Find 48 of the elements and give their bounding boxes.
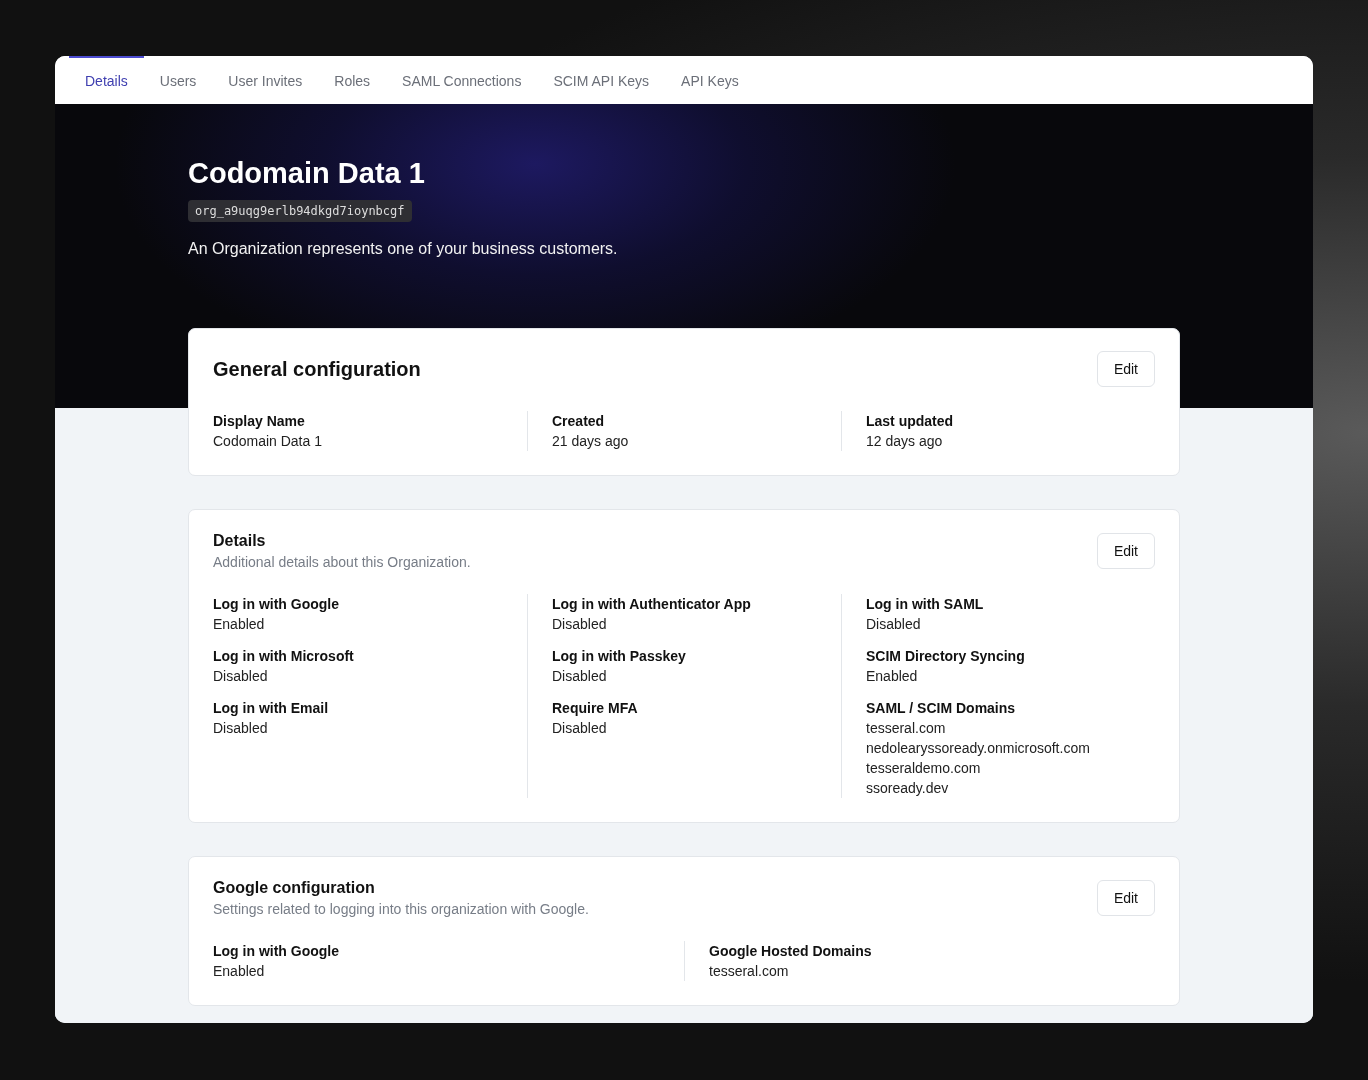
tab[interactable]: API Keys — [665, 56, 755, 104]
field-label: Display Name — [213, 412, 306, 431]
card-title: Google configuration — [213, 879, 376, 897]
field-value: Disabled — [213, 719, 269, 738]
field-value: Disabled — [552, 667, 608, 686]
field-value: tesseral.com — [709, 962, 790, 981]
organization-description: An Organization represents one of your business customers. — [188, 240, 619, 258]
field-value: Disabled — [866, 615, 922, 634]
field-value: nedolearyssoready.onmicrosoft.com — [866, 739, 1091, 758]
edit-button[interactable]: Edit — [1096, 880, 1155, 916]
field-value: Disabled — [552, 615, 608, 634]
field-label: Log in with SAML — [866, 595, 985, 614]
tab[interactable]: SAML Connections — [386, 56, 538, 104]
field-label: Google Hosted Domains — [709, 942, 873, 961]
field-label: Log in with Google — [213, 595, 340, 614]
tab[interactable]: Users — [143, 56, 213, 104]
card-description: Additional details about this Organization. — [213, 554, 471, 570]
card-description: Settings related to logging into this organization with Google. — [213, 901, 589, 917]
tab[interactable]: SCIM API Keys — [537, 56, 666, 104]
field-label: Log in with Authenticator App — [552, 595, 752, 614]
field-value: Enabled — [213, 962, 266, 981]
field-value: ssoready.dev — [866, 779, 950, 798]
field-label: SCIM Directory Syncing — [866, 647, 1026, 666]
card-title: General configuration — [213, 357, 421, 381]
organization-id: org_a9uqg9erlb94dkgd7ioynbcgf — [188, 200, 412, 222]
tab[interactable]: Roles — [318, 56, 387, 104]
field-value: Enabled — [213, 615, 266, 634]
field-value: tesseraldemo.com — [866, 759, 982, 778]
field-label: Created — [552, 412, 606, 431]
field-label: Require MFA — [552, 699, 639, 718]
field-label: Log in with Google — [213, 942, 340, 961]
field-label: Log in with Microsoft — [213, 647, 355, 666]
field-value: Disabled — [213, 667, 269, 686]
field-value: Enabled — [866, 667, 919, 686]
card-title: Details — [213, 532, 267, 550]
field-value: tesseral.com — [866, 719, 947, 738]
field-label: Last updated — [866, 412, 955, 431]
edit-button[interactable]: Edit — [1096, 533, 1155, 569]
field-value: Disabled — [552, 719, 608, 738]
field-label: SAML / SCIM Domains — [866, 699, 1017, 718]
field-value: 12 days ago — [866, 432, 944, 451]
tab[interactable]: User Invites — [212, 56, 319, 104]
field-label: Log in with Email — [213, 699, 330, 718]
edit-button[interactable]: Edit — [1096, 351, 1155, 387]
field-label: Log in with Passkey — [552, 647, 687, 666]
organization-title: Codomain Data 1 — [188, 157, 426, 190]
field-value: Codomain Data 1 — [213, 432, 323, 451]
field-value: 21 days ago — [552, 432, 630, 451]
